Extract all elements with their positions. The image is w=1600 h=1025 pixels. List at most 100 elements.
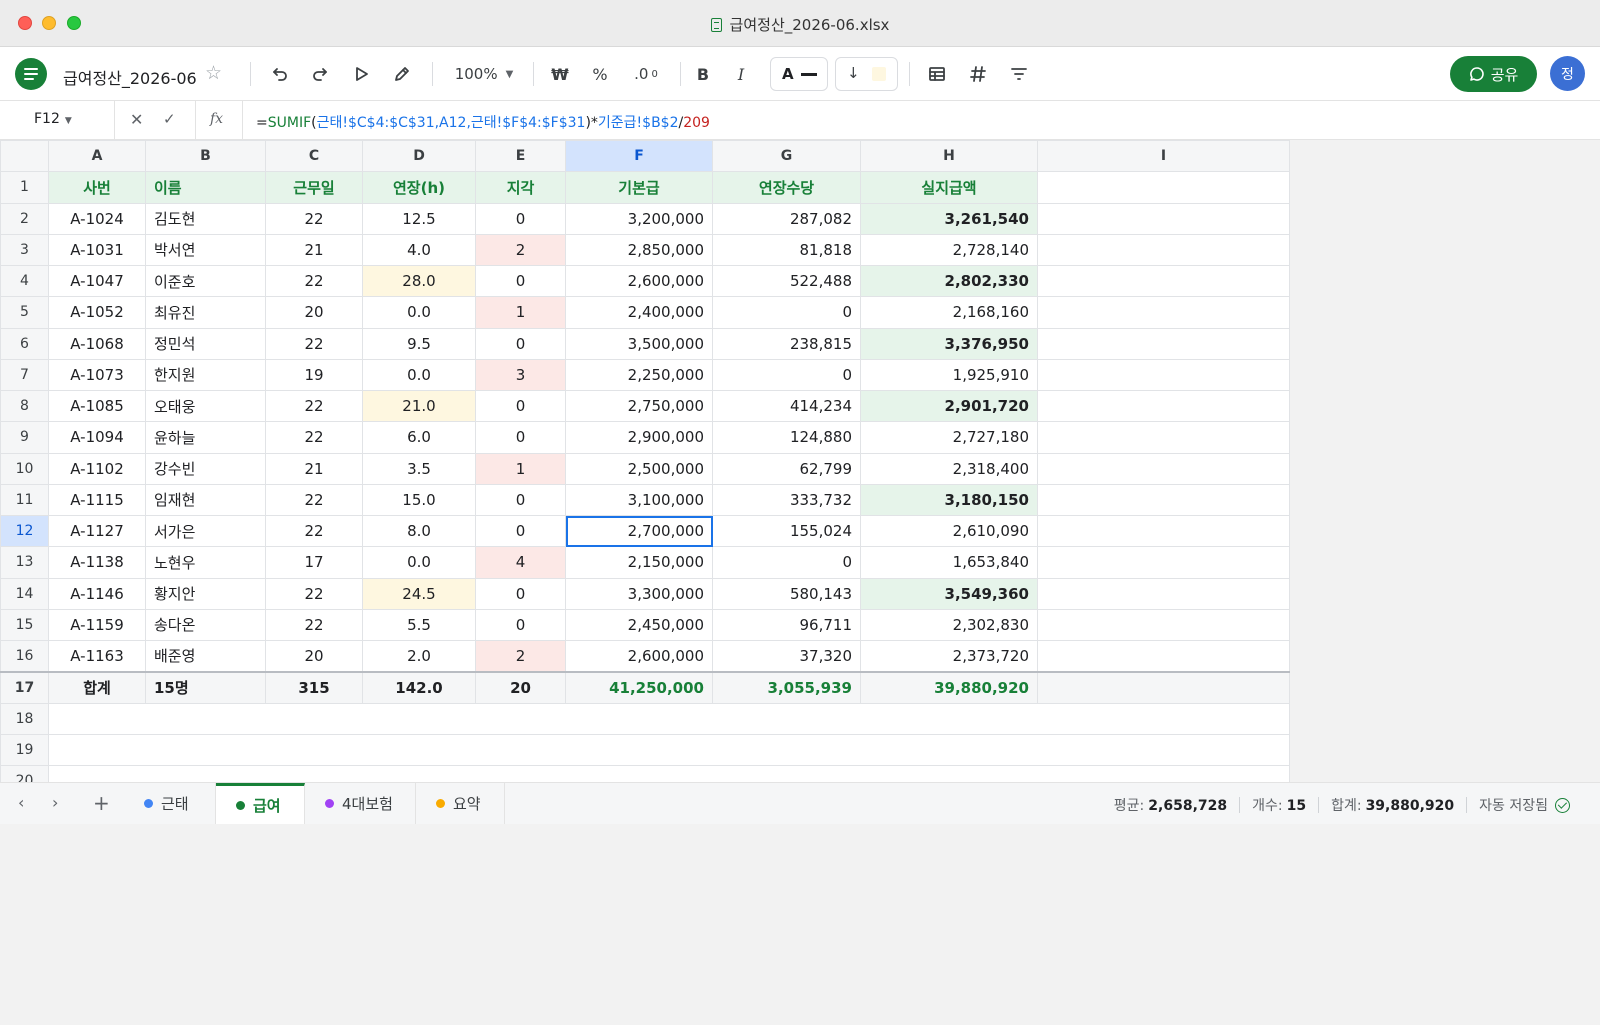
cell-overtime-hours[interactable]: 6.0 [362,421,476,454]
cell-empty[interactable] [1037,327,1290,360]
row-header[interactable]: 2 [0,202,49,235]
cell-late-count[interactable]: 0 [475,514,566,548]
cell-net-pay[interactable]: 2,168,160 [860,296,1038,329]
sheet-tab[interactable]: 근태 [124,783,216,824]
cell-employee-id[interactable]: A-1127 [48,514,146,548]
star-icon[interactable]: ☆ [205,62,222,84]
cell-empty[interactable] [1037,264,1290,298]
cell-employee-id[interactable]: A-1031 [48,233,146,267]
row-header[interactable]: 4 [0,264,49,298]
cell-work-days[interactable]: 22 [265,389,363,423]
cell-empty[interactable] [1037,670,1290,704]
cell-net-pay[interactable]: 2,727,180 [860,421,1038,454]
cell-overtime-pay[interactable]: 0 [712,358,861,392]
cell-net-pay[interactable]: 3,180,150 [860,483,1038,517]
select-all-corner[interactable] [0,139,49,173]
cell-late-count[interactable]: 0 [475,389,566,423]
cell-empty[interactable] [1037,171,1290,204]
cell-base-pay[interactable]: 2,150,000 [565,546,713,579]
total-overtime-pay[interactable]: 3,055,939 [712,670,861,704]
cell-overtime-hours[interactable]: 9.5 [362,327,476,360]
chevron-right-icon[interactable]: › [52,793,58,812]
cell-net-pay[interactable]: 1,653,840 [860,546,1038,579]
cell-base-pay[interactable]: 2,500,000 [565,452,713,485]
total-label[interactable]: 합계 [48,670,146,704]
main-menu-button[interactable] [15,58,47,90]
cell-employee-name[interactable]: 송다온 [145,608,266,642]
cell-employee-name[interactable]: 최유진 [145,296,266,329]
cancel-edit-icon[interactable]: ✕ [130,110,143,129]
column-header-g[interactable]: G [712,139,861,173]
cell-overtime-hours[interactable]: 12.5 [362,202,476,235]
cell-employee-id[interactable]: A-1102 [48,452,146,485]
cell-empty[interactable] [1037,202,1290,235]
formula-input[interactable]: =SUMIF(근태!$C$4:$C$31,A12,근태!$F$4:$F$31)*… [256,112,710,132]
confirm-edit-icon[interactable]: ✓ [163,110,176,128]
cell-overtime-hours[interactable]: 0.0 [362,296,476,329]
bold-button[interactable]: B [689,60,717,88]
row-header[interactable]: 16 [0,639,49,673]
cell-overtime-pay[interactable]: 124,880 [712,421,861,454]
share-button[interactable]: 공유 [1450,56,1537,92]
header-cell-overtime[interactable]: 연장(h) [362,171,476,204]
row-header[interactable]: 18 [0,702,49,735]
borders-button[interactable] [923,60,951,88]
cell-empty[interactable] [1037,546,1290,579]
cell-employee-name[interactable]: 박서연 [145,233,266,267]
row-header[interactable]: 17 [0,670,49,704]
cell-work-days[interactable]: 22 [265,421,363,454]
cell-work-days[interactable]: 20 [265,296,363,329]
column-header-b[interactable]: B [145,139,266,173]
cell-base-pay[interactable]: 2,900,000 [565,421,713,454]
row-header[interactable]: 11 [0,483,49,517]
column-header-e[interactable]: E [475,139,566,173]
cell-overtime-hours[interactable]: 15.0 [362,483,476,517]
column-header-i[interactable]: I [1037,139,1290,173]
sheet-tab[interactable]: 4대보험 [305,783,416,824]
cell-net-pay[interactable]: 2,901,720 [860,389,1038,423]
cell-work-days[interactable]: 21 [265,452,363,485]
cell-overtime-pay[interactable]: 0 [712,296,861,329]
cell-base-pay[interactable]: 3,100,000 [565,483,713,517]
cell-overtime-hours[interactable]: 28.0 [362,264,476,298]
cell-overtime-hours[interactable]: 8.0 [362,514,476,548]
cell-late-count[interactable]: 0 [475,608,566,642]
row-header[interactable]: 1 [0,171,49,204]
column-header-a[interactable]: A [48,139,146,173]
sheet-tab[interactable]: 급여 [216,783,305,824]
total-days[interactable]: 315 [265,670,363,704]
user-avatar[interactable]: 정 [1550,56,1585,91]
cell-base-pay[interactable]: 2,400,000 [565,296,713,329]
cell-late-count[interactable]: 3 [475,358,566,392]
cell-overtime-hours[interactable]: 0.0 [362,546,476,579]
cell-overtime-hours[interactable]: 4.0 [362,233,476,267]
cell-employee-id[interactable]: A-1068 [48,327,146,360]
cell-empty[interactable] [1037,233,1290,267]
cell-employee-name[interactable]: 황지안 [145,577,266,610]
cell-employee-name[interactable]: 정민석 [145,327,266,360]
fill-color-button[interactable]: ↓ [835,57,898,91]
cell-employee-name[interactable]: 배준영 [145,639,266,673]
cell-work-days[interactable]: 22 [265,327,363,360]
cell-overtime-pay[interactable]: 37,320 [712,639,861,673]
header-cell-days[interactable]: 근무일 [265,171,363,204]
cell-employee-name[interactable]: 노현우 [145,546,266,579]
cell-overtime-hours[interactable]: 24.5 [362,577,476,610]
text-color-button[interactable]: A [770,57,828,91]
cell-empty[interactable] [1037,514,1290,548]
cell-net-pay[interactable]: 2,318,400 [860,452,1038,485]
cell-late-count[interactable]: 0 [475,577,566,610]
cell-employee-name[interactable]: 한지원 [145,358,266,392]
cell-overtime-pay[interactable]: 0 [712,546,861,579]
cell-work-days[interactable]: 22 [265,202,363,235]
cell-employee-id[interactable]: A-1163 [48,639,146,673]
column-header-f[interactable]: F [565,139,713,173]
row-header[interactable]: 14 [0,577,49,610]
cell-employee-id[interactable]: A-1146 [48,577,146,610]
header-cell-net-pay[interactable]: 실지급액 [860,171,1038,204]
chevron-left-icon[interactable]: ‹ [18,793,24,812]
sheet-tab[interactable]: 요약 [416,783,505,824]
cell-net-pay[interactable]: 2,373,720 [860,639,1038,673]
cell-overtime-pay[interactable]: 414,234 [712,389,861,423]
cell-overtime-pay[interactable]: 96,711 [712,608,861,642]
